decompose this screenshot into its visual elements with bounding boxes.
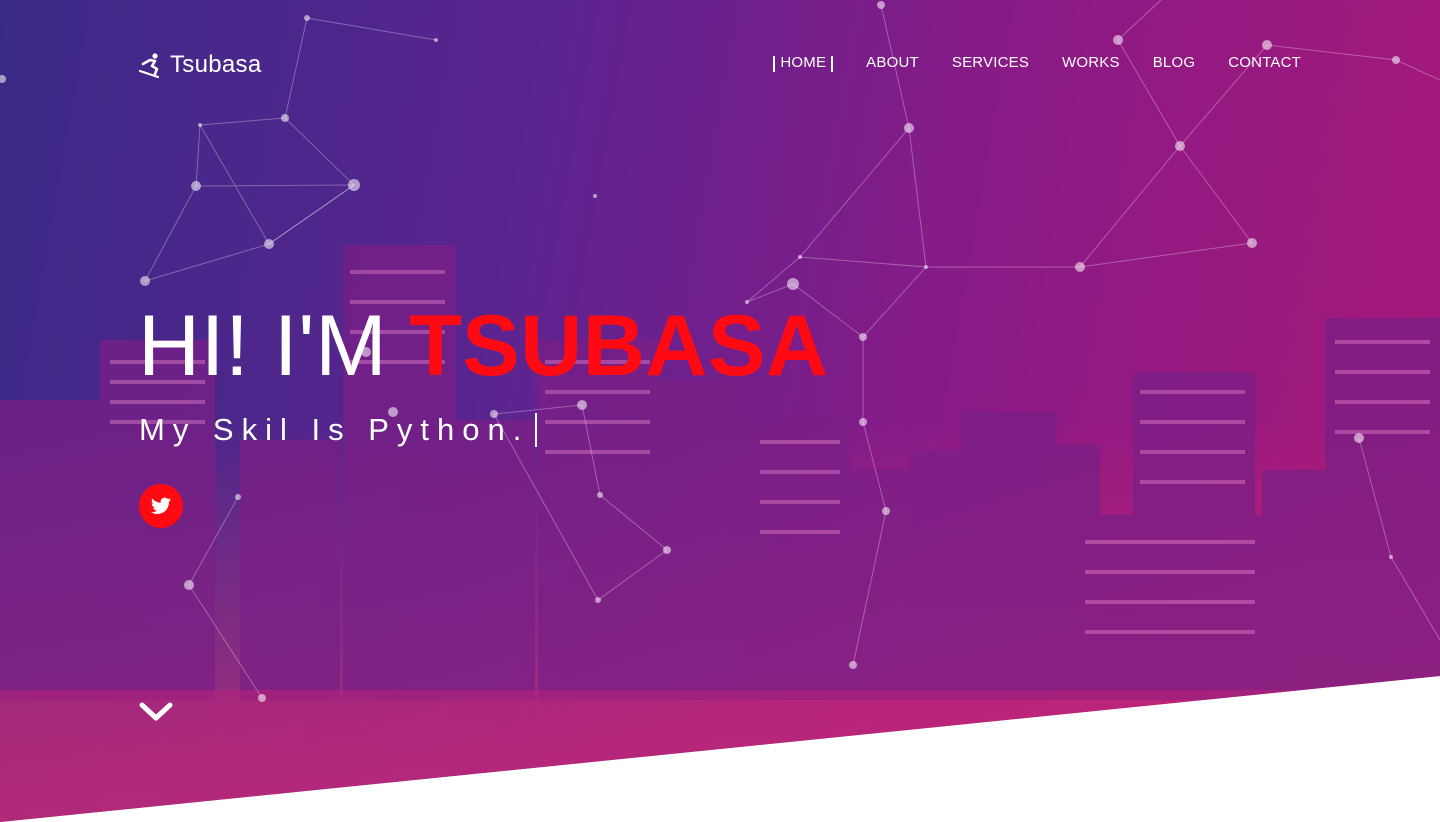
typing-cursor bbox=[535, 413, 538, 447]
particle-network-background bbox=[0, 0, 1440, 702]
nav-item-contact[interactable]: CONTACT bbox=[1228, 54, 1301, 71]
hero-greeting: HI! I'M bbox=[138, 298, 388, 394]
twitter-button[interactable] bbox=[139, 484, 183, 528]
nav-item-works[interactable]: WORKS bbox=[1062, 54, 1120, 71]
brand-name: Tsubasa bbox=[170, 51, 262, 78]
nav-item-home[interactable]: HOME bbox=[773, 54, 833, 72]
hero-section bbox=[0, 0, 1440, 822]
hero-name: TSUBASA bbox=[409, 298, 829, 394]
brand-logo-link[interactable]: Tsubasa bbox=[138, 50, 262, 80]
twitter-icon bbox=[150, 497, 172, 514]
typed-text: My Skil Is Python. bbox=[139, 412, 530, 447]
snowboarder-icon bbox=[138, 53, 160, 78]
hero-headline: HI! I'M TSUBASA bbox=[138, 296, 828, 396]
nav-item-blog[interactable]: BLOG bbox=[1153, 54, 1195, 71]
nav-item-about[interactable]: ABOUT bbox=[866, 54, 919, 71]
chevron-down-icon bbox=[139, 702, 173, 721]
scroll-down-button[interactable] bbox=[137, 697, 175, 727]
nav-item-services[interactable]: SERVICES bbox=[952, 54, 1029, 71]
typed-subtitle: My Skil Is Python. bbox=[139, 412, 538, 448]
main-nav: HOME ABOUT SERVICES WORKS BLOG CONTACT bbox=[773, 54, 1301, 72]
